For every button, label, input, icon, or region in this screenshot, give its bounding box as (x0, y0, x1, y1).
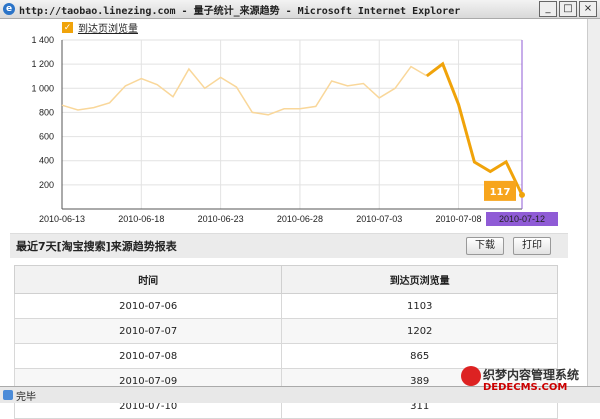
series-line-history (61, 65, 428, 116)
download-button[interactable]: 下载 (466, 237, 504, 255)
maximize-button[interactable]: □ (559, 1, 577, 17)
print-button[interactable]: 打印 (513, 237, 551, 255)
x-tick-label: 2010-07-03 (356, 214, 402, 224)
series-line-recent (425, 61, 524, 196)
data-point (519, 191, 525, 198)
watermark-logo-icon (461, 366, 481, 386)
table-row: 2010-07-06 1103 (13, 293, 558, 319)
page-done-icon (3, 390, 13, 400)
report-header: 最近7天[淘宝搜索]来源趋势报表 下载 打印 (10, 233, 568, 258)
window-titlebar: e http://taobao.linezing.com - 量子统计_来源趋势… (0, 0, 600, 19)
report-title: 最近7天[淘宝搜索]来源趋势报表 (16, 240, 177, 253)
ie-icon: e (3, 3, 15, 15)
table-cell-date: 2010-07-06 (13, 293, 283, 319)
watermark-url: DEDECMS.COM (483, 382, 568, 393)
x-tick-label: 2010-06-18 (118, 214, 164, 224)
table-row: 2010-07-07 1202 (13, 318, 558, 344)
x-tick-label: 2010-07-12 (499, 214, 545, 224)
y-tick-label: 1 400 (31, 35, 54, 45)
window-controls: _ □ × (539, 1, 597, 17)
y-tick-label: 600 (39, 132, 54, 142)
table-header-row: 时间 到达页浏览量 (13, 265, 558, 294)
close-button[interactable]: × (579, 1, 597, 17)
table-cell-date: 2010-07-07 (13, 318, 283, 344)
x-tick-label: 2010-06-28 (277, 214, 323, 224)
table-cell-date: 2010-07-08 (13, 343, 283, 369)
watermark-text: 织梦内容管理系统 (483, 368, 580, 382)
y-tick-label: 1 000 (31, 83, 54, 93)
table-cell-value: 1103 (281, 293, 558, 319)
trend-chart[interactable]: 200 400 600 800 1 000 1 200 1 400 2010-06-13 201… (0, 30, 588, 230)
status-text: 完毕 (16, 391, 36, 403)
vertical-scrollbar[interactable] (587, 19, 600, 386)
x-tick-label: 2010-06-13 (39, 214, 85, 224)
tooltip-value: 117 (490, 187, 511, 198)
y-tick-label: 400 (39, 156, 54, 166)
column-header-pageviews[interactable]: 到达页浏览量 (281, 265, 558, 294)
y-tick-label: 800 (39, 107, 54, 117)
y-tick-label: 200 (39, 180, 54, 190)
y-tick-label: 1 200 (31, 59, 54, 69)
table-cell-value: 1202 (281, 318, 558, 344)
window-title: http://taobao.linezing.com - 量子统计_来源趋势 -… (19, 5, 461, 17)
minimize-button[interactable]: _ (539, 1, 557, 17)
watermark: 织梦内容管理系统 DEDECMS.COM (455, 362, 600, 402)
column-header-time[interactable]: 时间 (13, 265, 283, 294)
x-tick-label: 2010-07-08 (436, 214, 482, 224)
x-tick-label: 2010-06-23 (198, 214, 244, 224)
